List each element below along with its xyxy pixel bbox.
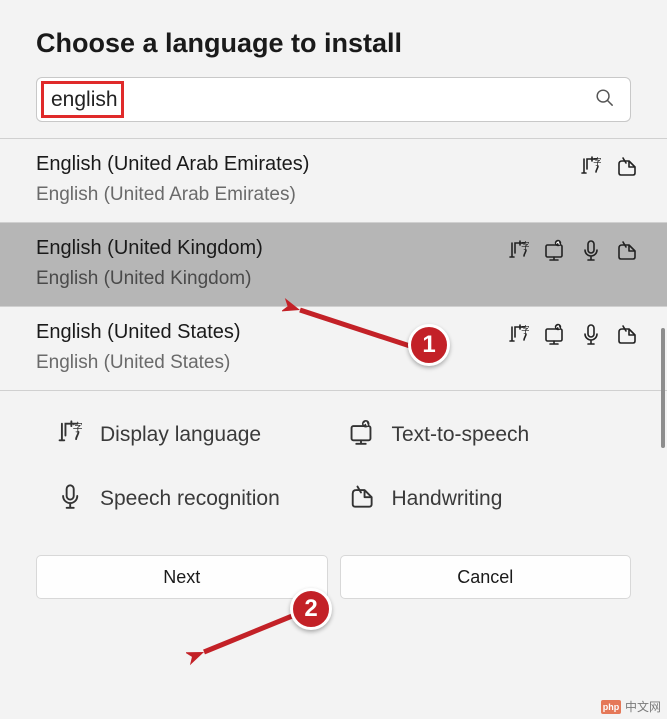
legend-speech: Speech recognition xyxy=(56,483,340,515)
next-button[interactable]: Next xyxy=(36,555,328,599)
search-icon xyxy=(594,87,614,112)
dialog-title: Choose a language to install xyxy=(36,28,631,59)
display-language-icon xyxy=(507,239,529,266)
feature-legend: Display language Text-to-speech Speech r… xyxy=(0,391,667,525)
text-to-speech-icon xyxy=(543,323,565,350)
legend-label: Text-to-speech xyxy=(392,423,530,447)
dialog-buttons: Next Cancel xyxy=(0,525,667,617)
language-native: English (United Kingdom) xyxy=(36,268,637,290)
language-list: English (United Arab Emirates) English (… xyxy=(0,138,667,391)
cancel-button[interactable]: Cancel xyxy=(340,555,632,599)
text-to-speech-icon xyxy=(543,239,565,266)
watermark-text: 中文网 xyxy=(625,698,661,715)
display-language-icon xyxy=(579,155,601,182)
feature-icons xyxy=(579,155,637,182)
watermark-logo: php xyxy=(601,700,621,714)
display-language-icon xyxy=(56,419,82,451)
handwriting-icon xyxy=(348,483,374,515)
language-item-us[interactable]: English (United States) English (United … xyxy=(0,307,667,391)
legend-handwriting: Handwriting xyxy=(348,483,632,515)
feature-icons xyxy=(507,239,637,266)
search-wrap xyxy=(0,77,667,138)
handwriting-icon xyxy=(615,239,637,266)
scrollbar-thumb[interactable] xyxy=(661,328,665,448)
legend-label: Speech recognition xyxy=(100,487,280,511)
button-label: Next xyxy=(163,567,200,588)
handwriting-icon xyxy=(615,155,637,182)
text-to-speech-icon xyxy=(348,419,374,451)
language-item-uk[interactable]: English (United Kingdom) English (United… xyxy=(0,223,667,307)
language-native: English (United States) xyxy=(36,352,637,374)
language-name: English (United Arab Emirates) xyxy=(36,153,637,176)
legend-label: Handwriting xyxy=(392,487,503,511)
speech-recognition-icon xyxy=(579,323,601,350)
dialog-header: Choose a language to install xyxy=(0,0,667,77)
speech-recognition-icon xyxy=(56,483,82,515)
legend-display: Display language xyxy=(56,419,340,451)
language-install-dialog: Choose a language to install English (Un… xyxy=(0,0,667,617)
watermark: php 中文网 xyxy=(601,698,661,715)
annotation-callout-1: 1 xyxy=(408,324,450,366)
feature-icons xyxy=(507,323,637,350)
button-label: Cancel xyxy=(457,567,513,588)
language-item-uae[interactable]: English (United Arab Emirates) English (… xyxy=(0,139,667,223)
scrollbar[interactable] xyxy=(659,170,667,470)
search-box[interactable] xyxy=(36,77,631,122)
language-native: English (United Arab Emirates) xyxy=(36,184,637,206)
legend-label: Display language xyxy=(100,423,261,447)
speech-recognition-icon xyxy=(579,239,601,266)
display-language-icon xyxy=(507,323,529,350)
handwriting-icon xyxy=(615,323,637,350)
legend-tts: Text-to-speech xyxy=(348,419,632,451)
annotation-callout-2: 2 xyxy=(290,588,332,630)
search-input[interactable] xyxy=(45,84,594,116)
